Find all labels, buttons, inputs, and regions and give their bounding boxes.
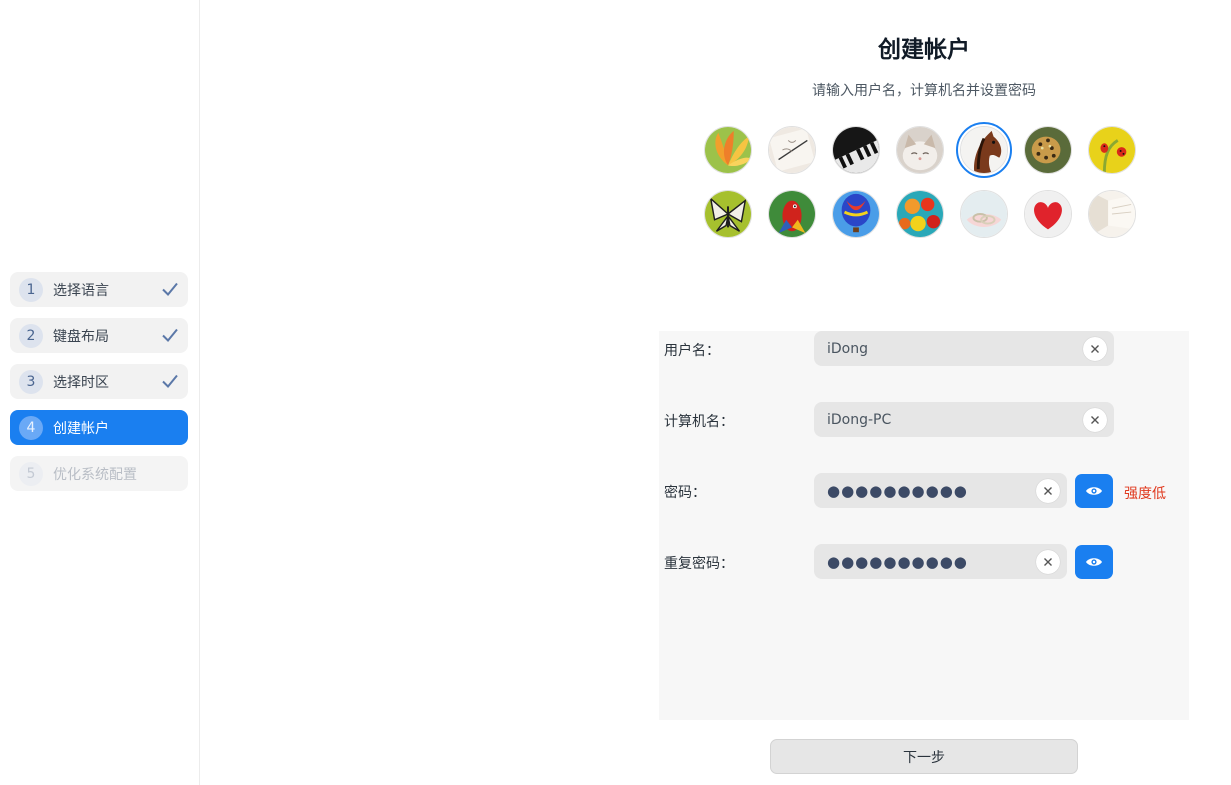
computer-name-label: 计算机名： — [664, 414, 734, 430]
close-icon — [1091, 345, 1099, 353]
notebook-avatar[interactable] — [768, 126, 816, 174]
clear-password-button[interactable] — [1036, 479, 1060, 503]
check-icon — [162, 328, 178, 342]
room-avatar[interactable] — [1088, 190, 1136, 238]
repeat-password-field[interactable]: ●●●●●●●●●● — [814, 544, 1067, 579]
step-label: 选择语言 — [53, 282, 109, 299]
parrot-avatar[interactable] — [768, 190, 816, 238]
step-label: 优化系统配置 — [53, 466, 137, 483]
hot-air-balloon-avatar[interactable] — [832, 190, 880, 238]
computer-name-field[interactable]: iDong-PC — [814, 402, 1114, 437]
repeat-password-value: ●●●●●●●●●● — [827, 552, 968, 571]
username-value: iDong — [827, 340, 868, 357]
step-select-timezone[interactable]: 3 选择时区 — [10, 364, 188, 399]
heart-avatar[interactable] — [1024, 190, 1072, 238]
page-title: 创建帐户 — [878, 37, 970, 63]
check-icon — [162, 374, 178, 388]
step-optimize-system: 5 优化系统配置 — [10, 456, 188, 491]
step-number: 2 — [19, 323, 43, 348]
step-number: 3 — [19, 369, 43, 394]
close-icon — [1091, 416, 1099, 424]
next-button[interactable]: 下一步 — [770, 739, 1078, 774]
step-select-language[interactable]: 1 选择语言 — [10, 272, 188, 307]
repeat-password-label: 重复密码： — [664, 556, 734, 572]
username-label: 用户名： — [664, 343, 720, 359]
password-strength: 强度低 — [1124, 486, 1166, 502]
clear-repeat-password-button[interactable] — [1036, 550, 1060, 574]
close-icon — [1044, 558, 1052, 566]
rings-avatar[interactable] — [960, 190, 1008, 238]
next-button-label: 下一步 — [903, 749, 945, 766]
clear-computer-name-button[interactable] — [1083, 408, 1107, 432]
butterfly-avatar[interactable] — [704, 190, 752, 238]
kitten-avatar[interactable] — [896, 126, 944, 174]
eye-icon — [1086, 558, 1102, 566]
eye-icon — [1086, 487, 1102, 495]
leopard-avatar[interactable] — [1024, 126, 1072, 174]
account-form — [659, 331, 1189, 720]
horse-avatar[interactable] — [956, 122, 1012, 178]
balloons-avatar[interactable] — [896, 190, 944, 238]
ladybug-avatar[interactable] — [1088, 126, 1136, 174]
computer-name-value: iDong-PC — [827, 411, 892, 428]
close-icon — [1044, 487, 1052, 495]
password-label: 密码： — [664, 485, 706, 501]
step-keyboard-layout[interactable]: 2 键盘布局 — [10, 318, 188, 353]
flower-avatar[interactable] — [704, 126, 752, 174]
password-field[interactable]: ●●●●●●●●●● — [814, 473, 1067, 508]
show-repeat-password-button[interactable] — [1075, 545, 1113, 579]
step-number: 4 — [19, 415, 43, 440]
page-subtitle: 请输入用户名，计算机名并设置密码 — [812, 83, 1036, 99]
sidebar: 1 选择语言 2 键盘布局 3 选择时区 4 创建帐户 5 优化系统配置 — [0, 0, 200, 785]
show-password-button[interactable] — [1075, 474, 1113, 508]
step-number: 1 — [19, 277, 43, 302]
step-number: 5 — [19, 461, 43, 486]
clear-username-button[interactable] — [1083, 337, 1107, 361]
step-create-account[interactable]: 4 创建帐户 — [10, 410, 188, 445]
piano-avatar[interactable] — [832, 126, 880, 174]
check-icon — [162, 282, 178, 296]
step-label: 选择时区 — [53, 374, 109, 391]
step-label: 键盘布局 — [53, 328, 109, 345]
step-label: 创建帐户 — [53, 420, 109, 437]
password-value: ●●●●●●●●●● — [827, 481, 968, 500]
username-field[interactable]: iDong — [814, 331, 1114, 366]
